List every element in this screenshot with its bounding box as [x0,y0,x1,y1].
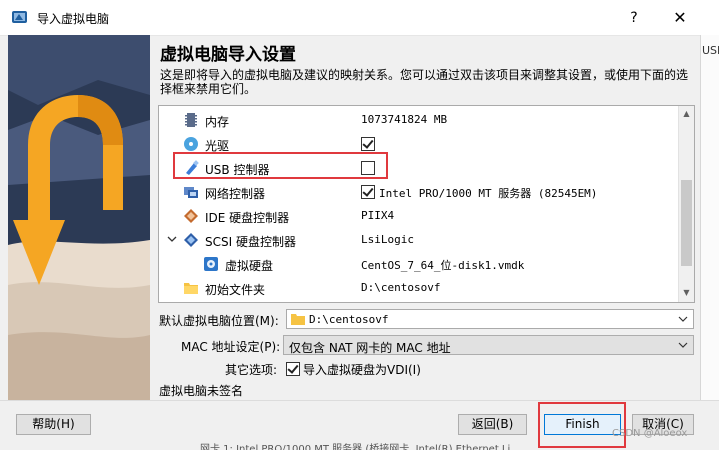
window-title: 导入虚拟电脑 [37,12,110,26]
row-value: Intel PRO/1000 MT 服务器 (82545EM) [379,187,598,200]
row-name: 内存 [205,115,230,129]
row-value: D:\centosovf [361,281,441,294]
ide-controller-icon [184,209,198,223]
page-description: 这是即将导入的虚拟电脑及建议的映射关系。您可以通过双击该项目来调整其设置，或使用… [160,68,689,96]
network-controller-icon [184,187,198,198]
background-window-strip [700,35,719,400]
watermark: CSDN @Aloeox [612,428,688,439]
mac-policy-value: 仅包含 NAT 网卡的 MAC 地址 [289,341,451,355]
mac-policy-label: MAC 地址设定(P): [181,340,281,354]
row-name: 虚拟硬盘 [225,259,274,273]
table-scrollbar[interactable]: ▲ ▼ [678,106,694,302]
import-as-vdi-label[interactable]: 导入虚拟硬盘为VDI(I) [303,361,421,378]
base-folder-label: 默认虚拟电脑位置(M): [159,314,279,328]
row-value: LsiLogic [361,233,414,246]
row-value: PIIX4 [361,209,395,222]
virtual-disk-icon [204,257,218,271]
memory-chip-icon [185,113,197,127]
table-row-network[interactable]: 网络控制器 Intel PRO/1000 MT 服务器 (82545EM) [159,180,679,204]
chevron-down-icon[interactable] [167,233,177,245]
page-heading: 虚拟电脑导入设置 [160,45,296,65]
base-folder-value: D:\centosovf [309,313,389,326]
row-name: 初始文件夹 [205,283,266,297]
optical-disc-icon [184,137,198,151]
chevron-down-icon[interactable] [678,314,688,324]
row-name: SCSI 硬盘控制器 [205,235,296,249]
folder-icon [291,314,305,325]
import-as-vdi-checkbox[interactable] [286,362,300,376]
table-row-base-folder[interactable]: 初始文件夹 D:\centosovf [159,276,679,300]
folder-icon [184,283,198,294]
scrollbar-thumb[interactable] [681,180,692,266]
table-row-ide[interactable]: IDE 硬盘控制器 PIIX4 [159,204,679,228]
row-name: IDE 硬盘控制器 [205,211,290,225]
title-bar: 导入虚拟电脑 ? ✕ [0,0,719,36]
signature-status: 虚拟电脑未签名 [159,384,244,398]
wizard-illustration [8,35,150,400]
other-options-label: 其它选项: [225,363,278,377]
table-row-scsi[interactable]: SCSI 硬盘控制器 LsiLogic [159,228,679,252]
chevron-down-icon[interactable] [678,340,688,350]
virtualbox-app-icon [12,11,27,23]
back-button[interactable]: 返回(B) [458,414,527,435]
help-button[interactable]: 帮助(H) [16,414,91,435]
base-folder-combobox[interactable]: D:\centosovf [286,309,694,329]
table-row-memory[interactable]: 内存 1073741824 MB [159,108,679,132]
close-button[interactable]: ✕ [666,7,694,29]
row-name: 网络控制器 [205,187,266,201]
optical-enable-checkbox[interactable] [361,137,375,151]
network-enable-checkbox[interactable] [361,185,375,199]
row-value: CentOS_7_64_位-disk1.vmdk [361,259,525,272]
usb-row-highlight-annotation [173,152,388,179]
scsi-controller-icon [184,233,198,247]
scroll-down-arrow-icon[interactable]: ▼ [682,288,691,297]
scroll-up-arrow-icon[interactable]: ▲ [682,109,691,118]
table-row-virtual-disk[interactable]: 虚拟硬盘 CentOS_7_64_位-disk1.vmdk [159,252,679,276]
row-value: 1073741824 MB [361,113,448,126]
appliance-settings-table[interactable]: 内存 1073741824 MB 光驱 USB 控制器 网络控制器 Intel … [158,105,695,303]
help-title-button[interactable]: ? [622,7,646,29]
mac-policy-combobox[interactable]: 仅包含 NAT 网卡的 MAC 地址 [283,335,694,355]
background-window-label: USE [702,44,719,57]
